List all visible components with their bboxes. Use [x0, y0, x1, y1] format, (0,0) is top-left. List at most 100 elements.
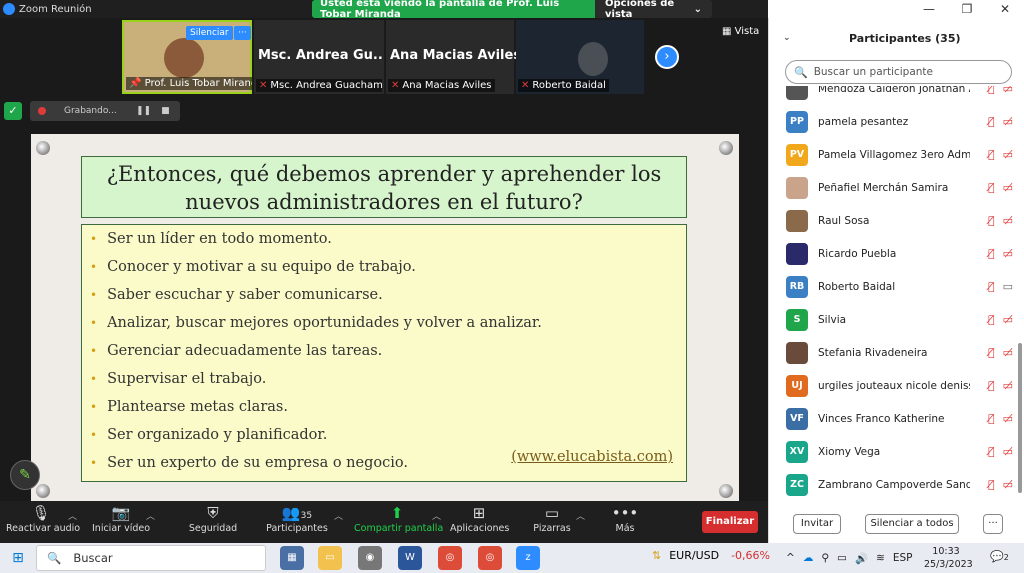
view-options-button[interactable]: Opciones de vista ⌄: [595, 0, 712, 20]
view-button[interactable]: ▦ Vista: [722, 26, 759, 37]
chevron-up-icon[interactable]: ^: [786, 552, 795, 564]
share-message: Usted está viendo la pantalla de Prof. L…: [312, 0, 595, 20]
share-screen-button[interactable]: ⬆ Compartir pantalla: [354, 503, 443, 534]
calculator-icon[interactable]: ▦: [280, 546, 304, 570]
video-tile-host[interactable]: Silenciar ··· 📌 Prof. Luis Tobar Mirand.…: [122, 20, 252, 94]
participant-row[interactable]: Stefania Rivadeneira 🎙̸ ▭̸: [769, 336, 1015, 369]
maximize-button[interactable]: ❐: [948, 0, 986, 18]
tile-big-name: Ana Macias Aviles: [390, 48, 516, 63]
gallery-next-button[interactable]: ›: [655, 45, 679, 69]
participant-status-icons: 🎙̸ ▭̸: [988, 379, 1013, 392]
volume-icon[interactable]: 🔊: [855, 552, 868, 565]
whiteboards-button[interactable]: ▭ Pizarras: [532, 503, 572, 534]
audio-options-caret[interactable]: ︿: [68, 509, 77, 522]
onedrive-icon[interactable]: ☁: [803, 552, 814, 564]
participant-search-input[interactable]: 🔍 Buscar un participante: [785, 60, 1012, 84]
video-options-caret[interactable]: ︿: [146, 509, 155, 522]
participant-row[interactable]: Raul Sosa 🎙̸ ▭̸: [769, 204, 1015, 237]
fx-label: EUR/USD: [669, 549, 720, 562]
tile-big-name: Msc. Andrea Gu...: [258, 48, 384, 63]
zoom-icon[interactable]: z: [516, 546, 540, 570]
participant-list-scrollbar[interactable]: [1018, 343, 1022, 493]
annotate-pen-button[interactable]: ✎: [10, 460, 40, 490]
tile-more-button[interactable]: ···: [234, 26, 251, 40]
participant-video: [578, 42, 608, 76]
recording-bar: ✓ Grabando... ❚❚ ■: [4, 100, 180, 122]
participant-status-icons: 🎙̸ ▭: [988, 280, 1013, 293]
avatar: [786, 341, 808, 364]
fx-widget[interactable]: ⇅ EUR/USD -0,66%: [652, 549, 770, 562]
participant-status-icons: 🎙̸ ▭̸: [988, 115, 1013, 128]
windows-start-icon[interactable]: ⊞: [0, 550, 36, 566]
app-icon[interactable]: ◉: [358, 546, 382, 570]
more-button[interactable]: ••• Más: [610, 503, 640, 534]
mic-muted-icon: 🎙̸: [987, 346, 995, 359]
security-button[interactable]: ⛨ Seguridad: [186, 503, 240, 534]
tile-name: ✕ Roberto Baidal: [518, 79, 609, 92]
collapse-panel-button[interactable]: ⌄: [783, 33, 849, 43]
minimize-button[interactable]: —: [910, 0, 948, 18]
invite-button[interactable]: Invitar: [793, 514, 841, 534]
share-options-caret[interactable]: ︿: [432, 509, 441, 522]
participant-row[interactable]: Mendoza Calderon Jonathan A... 🎙̸ ▭̸: [769, 86, 1015, 105]
mute-all-button[interactable]: Silenciar a todos: [865, 514, 959, 534]
video-tile-roberto[interactable]: ✕ Roberto Baidal: [516, 20, 644, 94]
pause-recording-button[interactable]: ❚❚: [136, 106, 151, 116]
end-meeting-button[interactable]: Finalizar: [702, 511, 758, 533]
whiteboard-options-caret[interactable]: ︿: [576, 509, 585, 522]
unmute-button[interactable]: 🎙 Reactivar audio: [6, 503, 80, 534]
close-button[interactable]: ✕: [986, 0, 1024, 18]
chrome-icon[interactable]: ◎: [438, 546, 462, 570]
taskbar-search[interactable]: 🔍 Buscar: [36, 545, 266, 571]
avatar: PV: [786, 143, 808, 166]
participant-name: Xiomy Vega: [818, 445, 881, 458]
view-options-label: Opciones de vista: [605, 0, 675, 20]
video-tile-ana[interactable]: Ana Macias Aviles ✕ Ana Macias Aviles: [386, 20, 516, 94]
participant-name: Ricardo Puebla: [818, 247, 897, 260]
avatar: ZC: [786, 473, 808, 496]
battery-icon[interactable]: ▭: [837, 552, 847, 564]
language-indicator[interactable]: ESP: [893, 552, 913, 564]
apps-button[interactable]: ⊞ Aplicaciones: [450, 503, 509, 534]
participant-status-icons: 🎙̸ ▭̸: [988, 478, 1013, 491]
start-video-button[interactable]: 📷 Iniciar vídeo: [92, 503, 150, 534]
recording-label: Grabando...: [64, 106, 117, 116]
video-tile-andrea[interactable]: Msc. Andrea Gu... ✕ Msc. Andrea Guacham..…: [254, 20, 384, 94]
video-off-icon: ▭̸: [1002, 247, 1013, 260]
notifications-icon[interactable]: 💬2: [990, 550, 1009, 563]
meeting-toolbar: 🎙 Reactivar audio ︿ 📷 Iniciar vídeo ︿ ⛨ …: [0, 501, 768, 543]
participant-row[interactable]: ZC Zambrano Campoverde Sandra 🎙̸ ▭̸: [769, 468, 1015, 496]
participant-name: Peñafiel Merchán Samira: [818, 181, 949, 194]
word-icon[interactable]: W: [398, 546, 422, 570]
participant-row[interactable]: Peñafiel Merchán Samira 🎙̸ ▭̸: [769, 171, 1015, 204]
mic-muted-icon: ✕: [391, 80, 400, 91]
network-icon[interactable]: ⚲: [821, 552, 829, 564]
slide-source-link[interactable]: (www.elucabista.com): [511, 449, 673, 465]
video-off-icon: ▭̸: [1002, 148, 1013, 161]
participant-row[interactable]: VF Vinces Franco Katherine 🎙̸ ▭̸: [769, 402, 1015, 435]
participant-row[interactable]: PV Pamela Villagomez 3ero Adm 🎙̸ ▭̸: [769, 138, 1015, 171]
pin-icon: [36, 141, 50, 155]
participant-row[interactable]: UJ urgiles jouteaux nicole denisse... 🎙̸ ▭̸: [769, 369, 1015, 402]
participants-button[interactable]: 👥35 Participantes: [266, 503, 328, 534]
avatar: [786, 209, 808, 232]
participant-row[interactable]: RB Roberto Baidal 🎙̸ ▭: [769, 270, 1015, 303]
panel-more-button[interactable]: ···: [983, 514, 1003, 534]
participant-row[interactable]: XV Xiomy Vega 🎙̸ ▭̸: [769, 435, 1015, 468]
participants-options-caret[interactable]: ︿: [334, 509, 343, 522]
participant-row[interactable]: S Silvia 🎙̸ ▭̸: [769, 303, 1015, 336]
stop-recording-button[interactable]: ■: [161, 106, 170, 116]
chrome-icon[interactable]: ◎: [478, 546, 502, 570]
mute-participant-button[interactable]: Silenciar: [186, 26, 233, 40]
participant-name: Silvia: [818, 313, 847, 326]
wifi-icon[interactable]: ≋: [876, 552, 885, 564]
video-off-icon: ▭̸: [1002, 313, 1013, 326]
clock[interactable]: 10:33 25/3/2023: [924, 545, 973, 571]
panel-title: Participantes (35): [849, 31, 961, 45]
file-explorer-icon[interactable]: ▭: [318, 546, 342, 570]
participant-row[interactable]: Ricardo Puebla 🎙̸ ▭̸: [769, 237, 1015, 270]
video-off-icon: ▭̸: [1002, 412, 1013, 425]
fx-change: -0,66%: [731, 549, 770, 562]
participant-row[interactable]: PP pamela pesantez 🎙̸ ▭̸: [769, 105, 1015, 138]
participant-status-icons: 🎙̸ ▭̸: [988, 313, 1013, 326]
